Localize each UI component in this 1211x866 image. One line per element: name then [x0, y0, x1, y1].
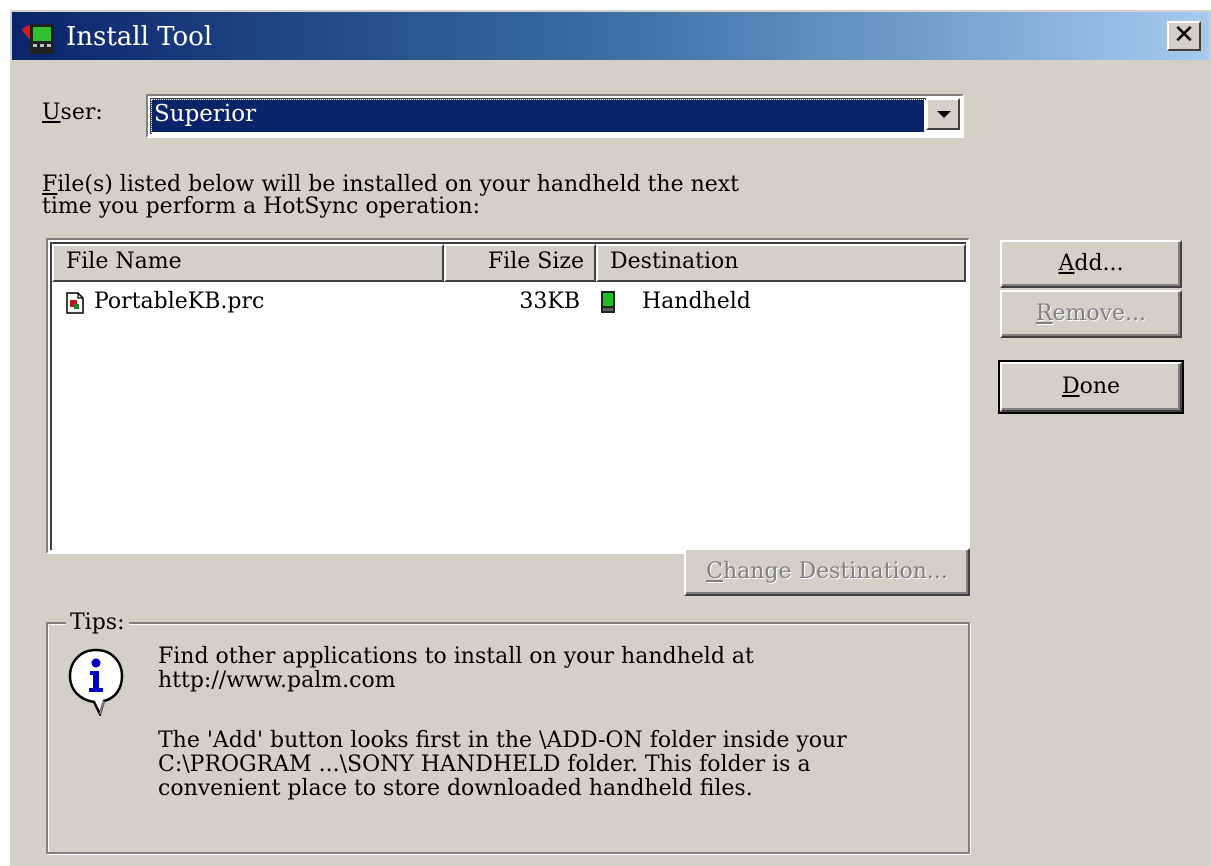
- user-dropdown-button[interactable]: [926, 98, 960, 130]
- change-destination-label: hange Destination...: [722, 559, 948, 584]
- user-label: User:: [42, 100, 103, 126]
- tip-2-line-1: The 'Add' button looks first in the \ADD…: [158, 728, 847, 753]
- add-button[interactable]: Add...: [1000, 240, 1182, 288]
- column-header-file-size[interactable]: File Size: [444, 244, 596, 282]
- tip-1-line-1: Find other applications to install on yo…: [158, 644, 754, 669]
- user-combobox[interactable]: Superior: [146, 94, 964, 138]
- intro-line-2: time you perform a HotSync operation:: [42, 194, 481, 219]
- tip-1-line-2: http://www.palm.com: [158, 668, 396, 693]
- install-tool-window: Install Tool ✕ User: Superior File(s) li…: [8, 8, 1211, 866]
- user-selected-value[interactable]: Superior: [151, 99, 925, 133]
- files-list-header: File Name File Size Destination: [52, 244, 966, 282]
- handheld-device-icon: [601, 291, 615, 313]
- close-button[interactable]: ✕: [1167, 21, 1201, 51]
- change-accel: C: [706, 559, 723, 584]
- tip-2-line-3: convenient place to store downloaded han…: [158, 776, 753, 801]
- window-title: Install Tool: [66, 22, 213, 52]
- palm-desktop-app-icon: [22, 24, 54, 54]
- remove-button[interactable]: Remove...: [1000, 290, 1182, 338]
- tips-group: Tips: Find other applications to install…: [46, 610, 970, 854]
- done-button[interactable]: Done: [998, 360, 1184, 414]
- title-bar[interactable]: Install Tool ✕: [12, 12, 1209, 60]
- chevron-down-icon: [937, 111, 951, 118]
- remove-accel: R: [1035, 301, 1053, 326]
- user-label-accel: U: [42, 100, 61, 125]
- tips-legend: Tips:: [66, 610, 129, 636]
- file-name-cell: PortableKB.prc: [94, 289, 265, 314]
- column-header-destination[interactable]: Destination: [596, 244, 966, 282]
- prc-file-icon: [66, 292, 84, 314]
- add-button-label: dd...: [1074, 251, 1124, 276]
- column-header-file-name[interactable]: File Name: [52, 244, 444, 282]
- info-balloon-icon: [68, 648, 124, 716]
- destination-cell: Handheld: [642, 289, 751, 314]
- file-size-cell: 33KB: [519, 289, 580, 314]
- table-row[interactable]: PortableKB.prc 33KB Handheld: [52, 286, 966, 318]
- files-list[interactable]: File Name File Size Destination Portable…: [46, 238, 970, 554]
- remove-button-label: emove...: [1052, 301, 1147, 326]
- tip-2-line-2: C:\PROGRAM ...\SONY HANDHELD folder. Thi…: [158, 752, 811, 777]
- change-destination-button[interactable]: Change Destination...: [684, 548, 970, 596]
- user-label-text: ser:: [60, 100, 103, 125]
- files-list-frame: File Name File Size Destination Portable…: [50, 242, 966, 550]
- done-button-label: one: [1079, 374, 1121, 399]
- done-accel: D: [1061, 374, 1080, 399]
- add-accel: A: [1058, 251, 1075, 276]
- close-icon: ✕: [1173, 20, 1195, 50]
